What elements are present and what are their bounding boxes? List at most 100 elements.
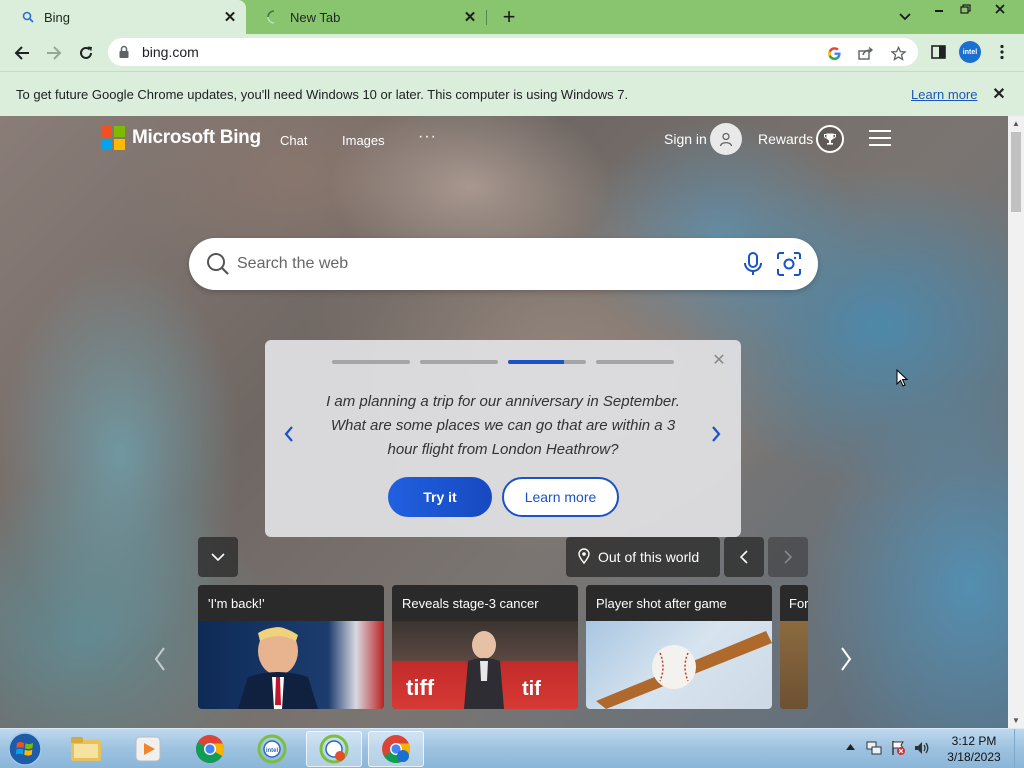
news-headline: 'I'm back!' xyxy=(198,585,384,621)
try-it-button[interactable]: Try it xyxy=(388,477,492,517)
google-lens-icon[interactable] xyxy=(824,43,844,63)
profile-avatar[interactable]: intel xyxy=(958,40,982,64)
page-scrollbar[interactable]: ▲ ▼ xyxy=(1008,116,1024,728)
tab-strip: Bing ✕ New Tab ✕ + xyxy=(0,0,1024,34)
close-window-icon[interactable] xyxy=(978,0,1022,18)
news-headline: Reveals stage-3 cancer xyxy=(392,585,578,621)
intel-app-icon[interactable]: intel xyxy=(244,731,300,767)
scroll-up-icon[interactable]: ▲ xyxy=(1012,119,1020,128)
chrome-icon[interactable] xyxy=(182,731,238,767)
progress-indicator xyxy=(596,360,674,364)
intel-app-running-icon[interactable] xyxy=(306,731,362,767)
bing-logo[interactable]: Microsoft Bing xyxy=(101,126,261,150)
user-avatar-icon[interactable] xyxy=(710,123,742,155)
share-icon[interactable] xyxy=(856,43,876,63)
reload-icon[interactable] xyxy=(72,39,100,67)
scrollbar-thumb[interactable] xyxy=(1011,132,1021,212)
collapse-chevron-icon[interactable] xyxy=(198,537,238,577)
side-panel-icon[interactable] xyxy=(926,40,950,64)
network-icon[interactable] xyxy=(866,740,882,759)
close-tab-icon[interactable]: ✕ xyxy=(220,7,240,27)
hamburger-menu-icon[interactable] xyxy=(869,130,891,148)
news-card[interactable]: Player shot after game xyxy=(586,585,772,709)
chrome-menu-icon[interactable] xyxy=(990,40,1014,64)
previous-image-chevron-icon[interactable] xyxy=(724,537,764,577)
news-headline: Fort xyxy=(780,585,808,621)
nav-chat[interactable]: Chat xyxy=(280,133,307,148)
clock-date: 3/18/2023 xyxy=(947,750,1001,764)
learn-more-button[interactable]: Learn more xyxy=(502,477,619,517)
news-headline: Player shot after game xyxy=(586,585,772,621)
tab-search-chevron-icon[interactable] xyxy=(894,6,916,28)
windows-taskbar: intel 3:12 PM 3/18/2023 xyxy=(0,728,1024,768)
new-tab-button[interactable]: + xyxy=(496,4,522,29)
card-close-icon[interactable]: ✕ xyxy=(711,352,727,369)
minimize-icon[interactable] xyxy=(926,0,952,18)
lock-icon[interactable] xyxy=(118,45,130,62)
location-label: Out of this world xyxy=(598,549,700,565)
svg-text:tiff: tiff xyxy=(406,675,435,700)
update-infobar: To get future Google Chrome updates, you… xyxy=(0,71,1024,116)
profile-label: intel xyxy=(959,41,981,63)
search-input[interactable] xyxy=(237,250,717,278)
progress-fill xyxy=(420,360,498,364)
trophy-icon[interactable] xyxy=(816,125,844,153)
next-image-chevron-icon[interactable] xyxy=(768,537,808,577)
card-next-chevron-icon[interactable] xyxy=(706,422,726,446)
news-previous-chevron-icon[interactable] xyxy=(148,644,172,674)
nav-images[interactable]: Images xyxy=(342,133,385,148)
svg-text:intel: intel xyxy=(266,748,279,754)
restore-icon[interactable] xyxy=(952,0,978,18)
progress-indicator xyxy=(332,360,410,364)
close-tab-icon[interactable]: ✕ xyxy=(460,7,480,27)
tab-divider xyxy=(486,10,487,25)
file-explorer-icon[interactable] xyxy=(58,731,114,767)
progress-indicator xyxy=(420,360,498,364)
infobar-message: To get future Google Chrome updates, you… xyxy=(16,87,629,102)
action-center-flag-icon[interactable] xyxy=(890,740,906,759)
show-desktop-button[interactable] xyxy=(1014,729,1024,768)
url-text: bing.com xyxy=(142,44,199,60)
scroll-down-icon[interactable]: ▼ xyxy=(1012,716,1020,725)
news-next-chevron-icon[interactable] xyxy=(834,644,858,674)
bookmark-star-icon[interactable] xyxy=(888,43,908,63)
svg-text:tif: tif xyxy=(522,678,541,700)
tab-new-tab[interactable]: New Tab ✕ xyxy=(246,0,486,34)
rewards-link[interactable]: Rewards xyxy=(758,131,813,147)
news-card[interactable]: Fort xyxy=(780,585,808,709)
news-image xyxy=(780,621,808,709)
search-icon xyxy=(205,251,231,280)
news-card[interactable]: 'I'm back!' xyxy=(198,585,384,709)
progress-indicator xyxy=(508,360,586,364)
microsoft-logo-icon xyxy=(101,126,125,150)
image-location-button[interactable]: Out of this world xyxy=(566,537,720,577)
progress-fill xyxy=(332,360,410,364)
card-previous-chevron-icon[interactable] xyxy=(279,422,299,446)
show-hidden-icons-icon[interactable] xyxy=(846,741,855,753)
volume-icon[interactable] xyxy=(914,740,930,759)
visual-search-icon[interactable] xyxy=(776,251,802,280)
window-controls xyxy=(926,0,1022,18)
news-card[interactable]: Reveals stage-3 cancer tiff tif xyxy=(392,585,578,709)
infobar-learn-more-link[interactable]: Learn more xyxy=(911,87,977,102)
news-image xyxy=(586,621,772,709)
chrome-intel-icon[interactable] xyxy=(368,731,424,767)
microphone-icon[interactable] xyxy=(741,251,765,280)
media-player-icon[interactable] xyxy=(120,731,176,767)
more-menu[interactable]: ··· xyxy=(418,128,437,146)
tab-bing[interactable]: Bing ✕ xyxy=(0,0,246,34)
tab-title: Bing xyxy=(44,9,71,25)
news-image xyxy=(198,621,384,709)
back-arrow-icon[interactable] xyxy=(8,39,36,67)
forward-arrow-icon[interactable] xyxy=(40,39,68,67)
infobar-close-icon[interactable]: ✕ xyxy=(988,83,1010,105)
bing-homepage: Microsoft Bing Chat Images ··· Sign in R… xyxy=(0,116,1008,728)
windows-start-icon[interactable] xyxy=(6,731,44,767)
address-bar[interactable]: bing.com xyxy=(108,38,918,66)
sign-in-link[interactable]: Sign in xyxy=(664,131,707,147)
loading-icon xyxy=(266,9,282,25)
chat-prompt-text: I am planning a trip for our anniversary… xyxy=(326,393,680,458)
clock-time: 3:12 PM xyxy=(951,734,997,748)
bing-logo-text: Microsoft Bing xyxy=(132,127,261,148)
system-clock[interactable]: 3:12 PM 3/18/2023 xyxy=(940,733,1008,765)
